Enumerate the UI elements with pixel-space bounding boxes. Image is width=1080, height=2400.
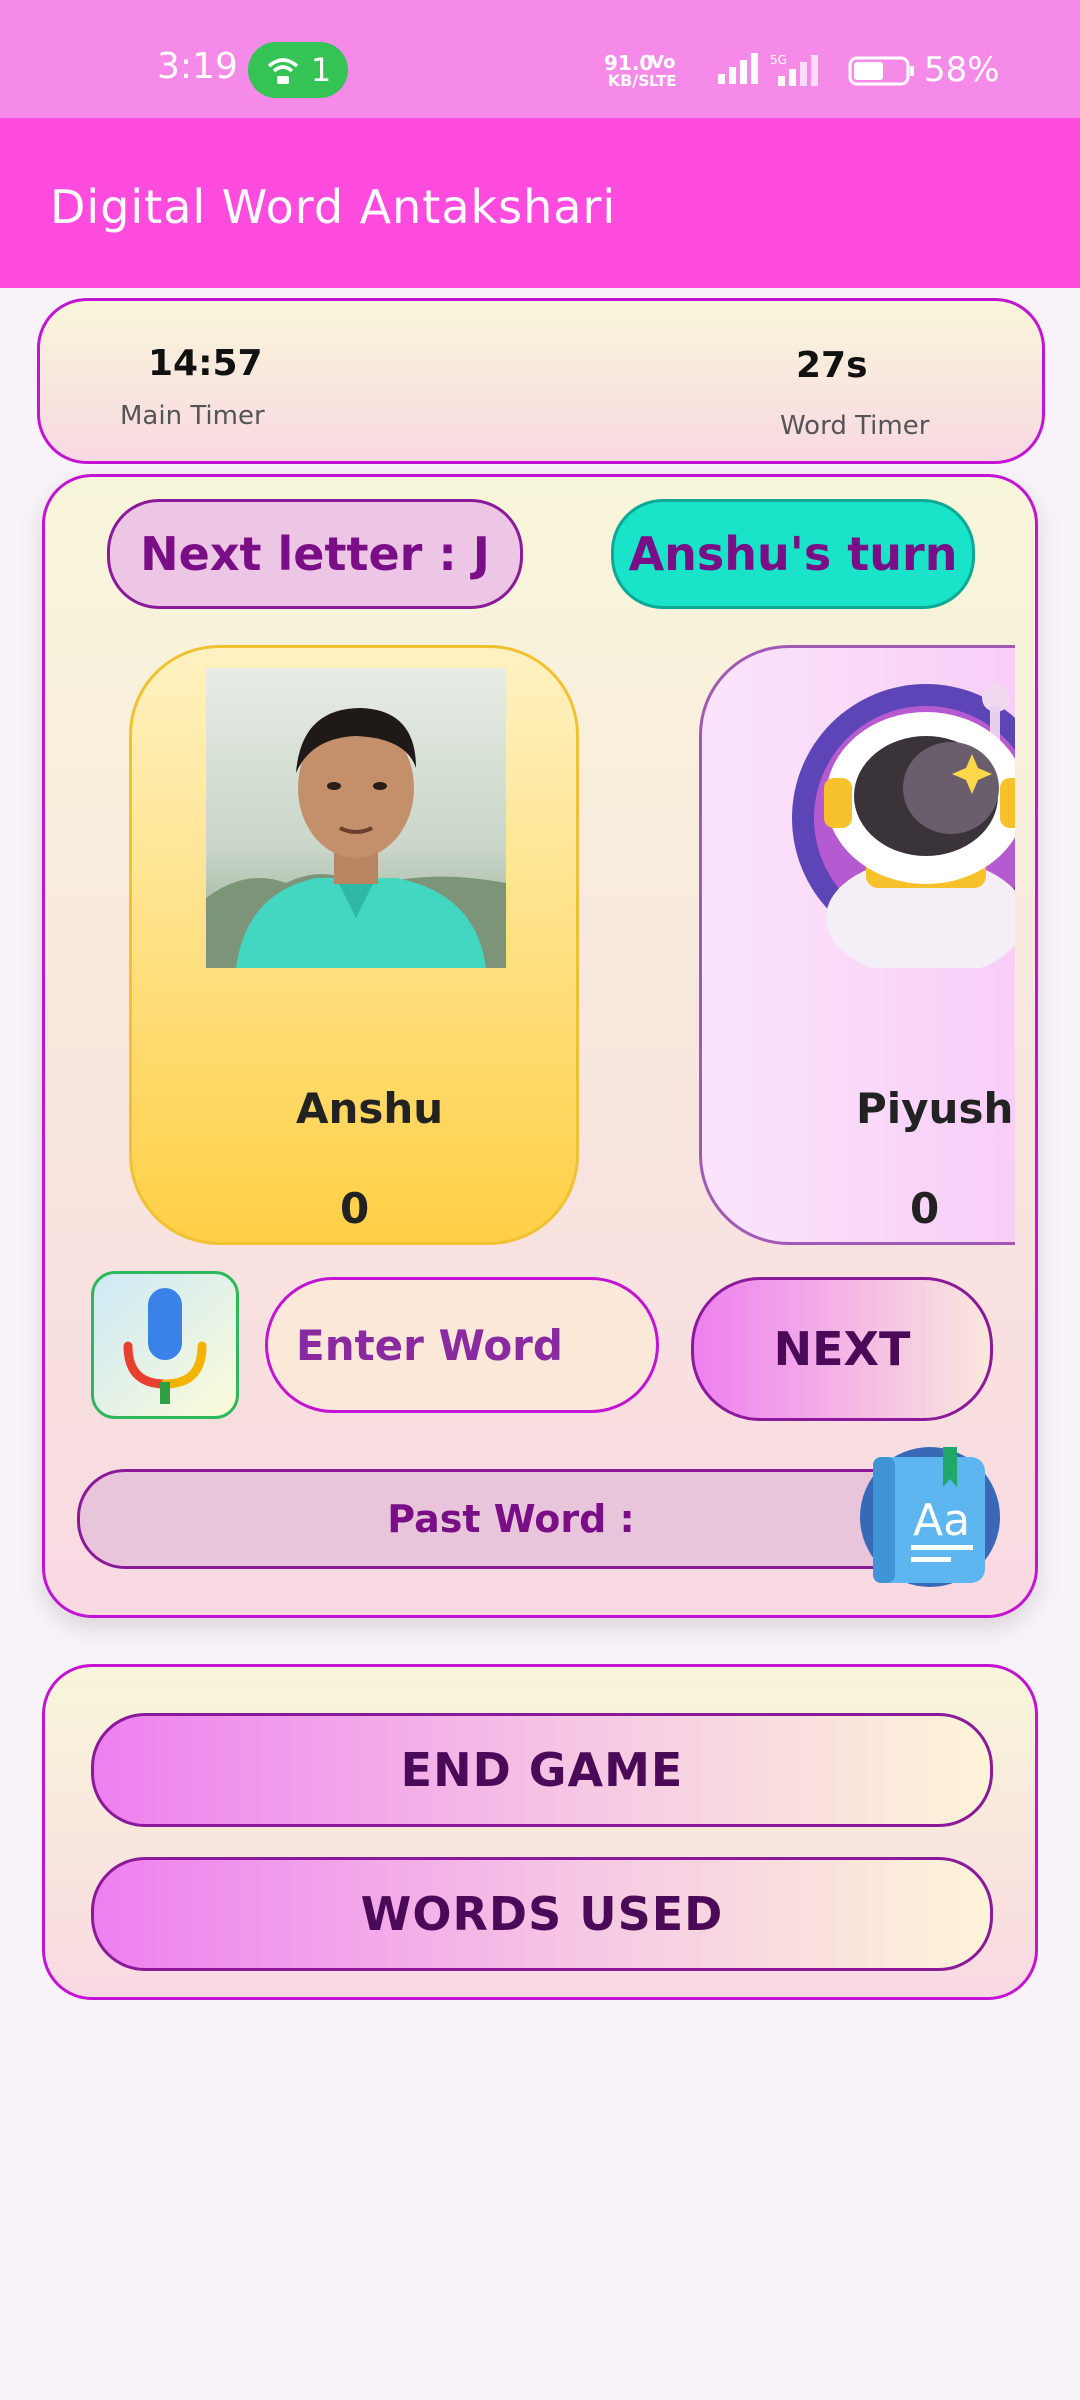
app-title: Digital Word Antakshari [50, 180, 617, 234]
dictionary-button[interactable]: Aa [853, 1437, 1007, 1587]
actions-card: END GAME WORDS USED [42, 1664, 1038, 2000]
past-word-bar: Past Word : [77, 1469, 945, 1569]
main-timer-label: Main Timer [120, 401, 265, 431]
svg-text:5G: 5G [770, 53, 787, 67]
player-name: Piyush [856, 1084, 1014, 1133]
player-score: 0 [910, 1184, 940, 1233]
signal-5g-icon: 5G [770, 53, 818, 86]
player-photo [206, 668, 506, 968]
word-timer-value: 27s [796, 345, 868, 386]
mic-button[interactable] [91, 1271, 239, 1419]
battery-percent: 58% [924, 50, 1000, 90]
next-letter-badge: Next letter : J [107, 499, 523, 609]
player-card-piyush[interactable]: Piyush 0 [699, 645, 1015, 1245]
end-game-button[interactable]: END GAME [91, 1713, 993, 1827]
word-input[interactable] [265, 1277, 659, 1413]
volte-indicator: Vo LTE [649, 52, 677, 91]
hotspot-indicator: 1 [248, 42, 348, 98]
dictionary-book-icon: Aa [860, 1447, 1000, 1587]
status-time: 3:19 [157, 46, 238, 87]
app-bar: Digital Word Antakshari [0, 118, 1080, 288]
player-card-anshu[interactable]: Anshu 0 [129, 645, 579, 1245]
svg-text:Aa: Aa [913, 1495, 970, 1546]
game-card: Next letter : J Anshu's turn Anshu 0 Piy… [42, 474, 1038, 1618]
status-bar: 3:19 1 91.0 KB/S Vo LTE 5G 58% [0, 0, 1080, 118]
turn-badge: Anshu's turn [611, 499, 975, 609]
word-timer-label: Word Timer [780, 411, 930, 441]
next-button[interactable]: NEXT [691, 1277, 993, 1421]
player-avatar [776, 668, 1015, 968]
microphone-icon [123, 1288, 207, 1404]
timer-card: 14:57 Main Timer 27s Word Timer [37, 298, 1045, 464]
signal-icon [718, 53, 758, 84]
player-name: Anshu [296, 1084, 444, 1133]
main-timer-value: 14:57 [148, 343, 263, 384]
network-speed: 91.0 KB/S [604, 51, 654, 90]
player-score: 0 [340, 1184, 370, 1233]
hotspot-count: 1 [310, 51, 332, 89]
battery-icon [848, 56, 914, 86]
hotspot-icon [267, 58, 298, 84]
players-carousel[interactable]: Anshu 0 Piyush 0 [125, 645, 1015, 1245]
words-used-button[interactable]: WORDS USED [91, 1857, 993, 1971]
